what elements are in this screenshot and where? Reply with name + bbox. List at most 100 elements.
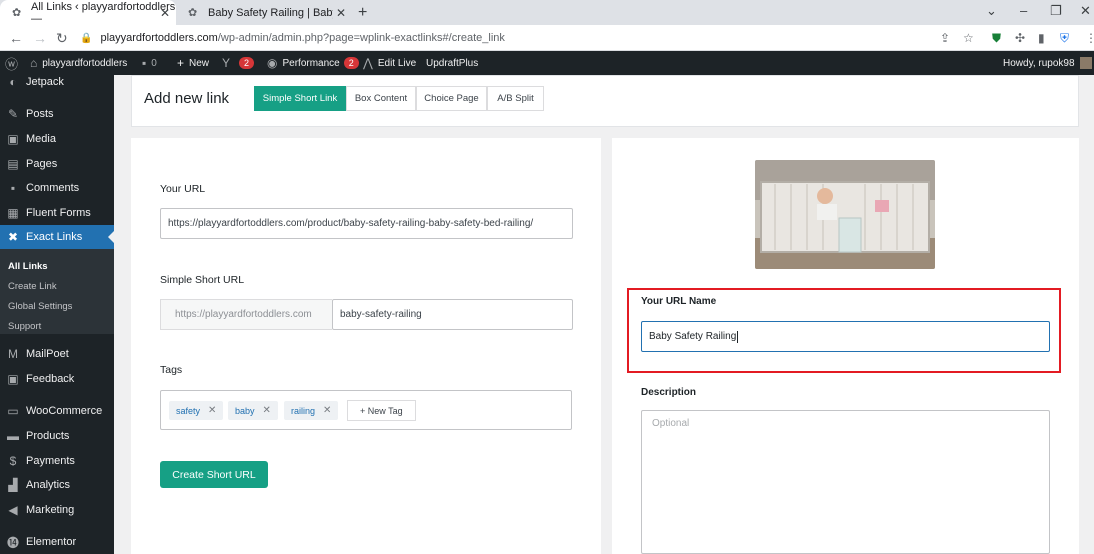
user-account-link[interactable]: Howdy, rupok98 (1003, 51, 1092, 75)
submenu-create-link[interactable]: Create Link (8, 281, 57, 292)
payments-icon: $ (9, 454, 17, 468)
browser-tab-baby-safety[interactable]: ✿ Baby Safety Railing | Baby Safety ✕ (176, 0, 352, 25)
sidebar-item-label: Elementor (26, 536, 77, 548)
sidebar-item-label: Comments (26, 182, 80, 194)
sidebar-item-label: Marketing (26, 504, 75, 516)
extensions-puzzle-icon[interactable]: ✣ (1015, 31, 1025, 45)
share-icon[interactable]: ⇪ (940, 31, 950, 45)
submenu-global-settings[interactable]: Global Settings (8, 301, 72, 312)
minimize-icon[interactable]: – (1020, 3, 1027, 18)
tab-simple-short-link[interactable]: Simple Short Link (254, 86, 346, 111)
performance-link[interactable]: ◉ Performance 2 (267, 51, 359, 75)
tags-input[interactable]: safety ✕ baby ✕ railing ✕ + New Tag (160, 390, 572, 430)
submenu-all-links[interactable]: All Links (8, 261, 48, 272)
sidebar-item-feedback[interactable]: ▣ Feedback (0, 367, 114, 391)
browser-tab-all-links[interactable]: ✿ All Links ‹ playyardfortoddlers — ✕ (0, 0, 176, 25)
sidebar-item-marketing[interactable]: ◀ Marketing (0, 498, 114, 522)
sidebar-item-label: Payments (26, 455, 75, 467)
sidebar-item-label: Fluent Forms (26, 207, 91, 219)
remove-tag-icon[interactable]: ✕ (208, 405, 216, 416)
sidebar-item-label: Pages (26, 158, 58, 170)
description-label: Description (641, 387, 697, 398)
forward-icon[interactable]: → (33, 30, 47, 46)
url-host: playyardfortoddlers.com (100, 32, 218, 44)
lock-icon: 🔒 (80, 33, 93, 44)
sidebar-item-mailpoet[interactable]: M MailPoet (0, 342, 114, 366)
sidebar-item-exact-links[interactable]: ✖ Exact Links (0, 225, 114, 249)
sidebar-item-label: WooCommerce (26, 405, 103, 417)
reload-icon[interactable]: ↻ (56, 30, 68, 47)
analytics-icon: ▟ (8, 478, 18, 492)
url-name-value: Baby Safety Railing (649, 331, 737, 342)
sidebar-item-pages[interactable]: ▤ Pages (0, 152, 114, 176)
tag-chip: baby ✕ (228, 401, 278, 420)
performance-icon: ◉ (267, 56, 278, 70)
main-content: Add new link Simple Short Link Box Conte… (114, 75, 1094, 554)
mailpoet-icon: M (8, 347, 18, 361)
admin-sidebar: ◐ Jetpack ✎ Posts ▣ Media ▤ Pages ▪ Comments … (0, 75, 114, 554)
home-icon: ⌂ (30, 56, 38, 70)
updraftplus-link[interactable]: UpdraftPlus (426, 51, 478, 75)
sidebar-item-analytics[interactable]: ▟ Analytics (0, 473, 114, 497)
tab-ab-split[interactable]: A/B Split (487, 86, 544, 111)
url-field[interactable]: 🔒 playyardfortoddlers.com/wp-admin/admin.… (80, 29, 940, 47)
extension-shield-icon[interactable]: ⛊ (992, 31, 1001, 46)
remove-tag-icon[interactable]: ✕ (263, 405, 271, 416)
comment-bubble-icon: ▪ (142, 56, 147, 70)
tag-chip: railing ✕ (284, 401, 339, 420)
new-tab-icon[interactable]: + (358, 4, 367, 22)
tab-title: All Links ‹ playyardfortoddlers — (30, 0, 176, 25)
tag-label: railing (291, 405, 316, 416)
new-tag-button[interactable]: + New Tag (347, 400, 416, 421)
comments-icon: ▪ (10, 181, 16, 195)
short-url-label: Simple Short URL (160, 274, 245, 286)
sidebar-item-jetpack[interactable]: ◐ Jetpack (0, 70, 114, 94)
jetpack-icon: ◐ (9, 75, 17, 89)
short-url-slug-input[interactable]: baby-safety-railing (332, 299, 573, 330)
comments-link[interactable]: ▪ 0 (142, 51, 157, 75)
products-icon: ▬ (7, 429, 19, 443)
sidebar-item-label: Posts (26, 108, 54, 120)
header-card: Add new link Simple Short Link Box Conte… (131, 75, 1079, 127)
your-url-input[interactable]: https://playyardfortoddlers.com/product/… (160, 208, 573, 239)
tab-search-icon[interactable]: ⌄ (986, 3, 997, 19)
maximize-icon[interactable]: ❐ (1050, 3, 1062, 19)
edit-live-label: Edit Live (377, 57, 417, 69)
sidebar-item-elementor[interactable]: ⓮ Elementor (0, 530, 114, 554)
new-content-link[interactable]: + New (177, 51, 209, 75)
tab-box-content[interactable]: Box Content (346, 86, 416, 111)
edit-live-icon: ⋀ (363, 56, 373, 70)
link-form-card: Your URL https://playyardfortoddlers.com… (131, 138, 601, 554)
pages-icon: ▤ (7, 157, 19, 171)
back-icon[interactable]: ← (9, 30, 23, 46)
description-placeholder: Optional (652, 418, 690, 429)
sidebar-item-comments[interactable]: ▪ Comments (0, 176, 114, 200)
close-tab-icon[interactable]: ✕ (336, 6, 346, 20)
sidebar-item-fluent-forms[interactable]: ▦ Fluent Forms (0, 201, 114, 225)
link-preview-card: Your URL Name Baby Safety Railing Descri… (612, 138, 1079, 554)
sidebar-item-payments[interactable]: $ Payments (0, 449, 114, 473)
create-short-url-button[interactable]: Create Short URL (160, 461, 268, 488)
bookmark-star-icon[interactable]: ☆ (963, 31, 974, 45)
yoast-link[interactable]: Y 2 (222, 51, 255, 75)
remove-tag-icon[interactable]: ✕ (323, 405, 331, 416)
sidebar-item-media[interactable]: ▣ Media (0, 127, 114, 151)
close-window-icon[interactable]: ✕ (1080, 3, 1091, 19)
sidebar-item-woocommerce[interactable]: ▭ WooCommerce (0, 399, 114, 423)
side-panel-icon[interactable]: ▮ (1038, 31, 1045, 45)
submenu-support[interactable]: Support (8, 321, 41, 332)
url-name-input[interactable]: Baby Safety Railing (641, 321, 1050, 352)
sidebar-item-label: Analytics (26, 479, 71, 491)
tag-chip: safety ✕ (169, 401, 224, 420)
tab-choice-page[interactable]: Choice Page (416, 86, 487, 111)
avatar (1079, 57, 1092, 69)
sidebar-item-label: Feedback (26, 373, 75, 385)
close-tab-icon[interactable]: ✕ (160, 6, 170, 20)
sidebar-item-posts[interactable]: ✎ Posts (0, 102, 114, 126)
vpn-shield-icon[interactable]: ⛨ (1060, 31, 1069, 46)
sidebar-item-products[interactable]: ▬ Products (0, 424, 114, 448)
browser-menu-icon[interactable]: ⋮ (1085, 31, 1094, 45)
description-textarea[interactable]: Optional (641, 410, 1050, 554)
yoast-icon: Y (222, 56, 231, 70)
edit-live-link[interactable]: ⋀ Edit Live (363, 51, 416, 75)
